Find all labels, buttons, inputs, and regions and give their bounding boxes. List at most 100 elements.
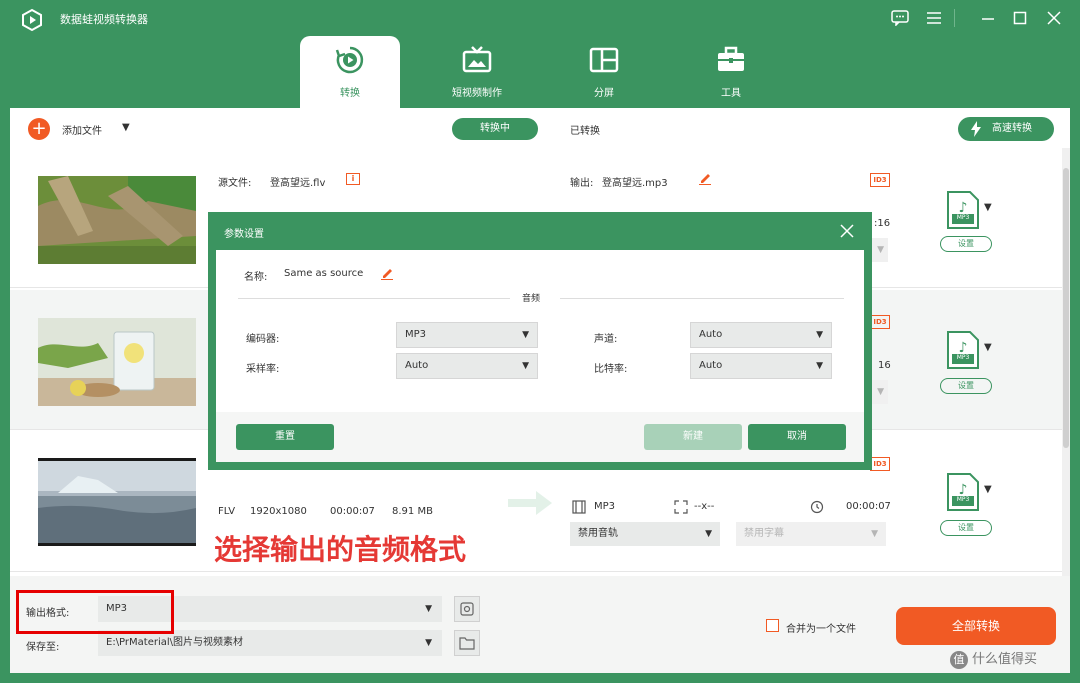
- video-thumbnail[interactable]: [38, 176, 196, 264]
- annotation-text: 选择输出的音频格式: [214, 533, 467, 566]
- cancel-button[interactable]: 取消: [748, 424, 846, 450]
- source-duration: 00:00:07: [330, 506, 375, 517]
- open-folder-button[interactable]: [454, 630, 480, 656]
- samplerate-label: 采样率:: [246, 364, 280, 375]
- convert-all-button[interactable]: 全部转换: [896, 607, 1056, 645]
- edit-icon[interactable]: [380, 266, 394, 280]
- bitrate-select[interactable]: Auto ▼: [690, 353, 832, 379]
- source-label: 源文件:: [218, 178, 252, 189]
- chevron-down-icon[interactable]: ▼: [122, 122, 130, 133]
- toolbox-icon: [718, 46, 744, 71]
- settings-button[interactable]: 设置: [940, 378, 992, 394]
- output-duration: 16: [878, 360, 891, 371]
- id3-tag-icon[interactable]: ID3: [870, 173, 890, 187]
- output-format: MP3: [594, 501, 616, 512]
- scrollbar[interactable]: [1062, 148, 1070, 576]
- mp3-format-icon[interactable]: ♪: [946, 330, 980, 370]
- output-duration: 00:00:07: [846, 501, 891, 512]
- source-filename: 登高望远.flv: [270, 178, 326, 189]
- fast-convert-label: 高速转换: [992, 123, 1032, 134]
- title-bar: 数据蛙视频转换器: [0, 0, 1080, 36]
- samplerate-value: Auto: [405, 360, 429, 371]
- add-file-label[interactable]: 添加文件: [62, 122, 102, 137]
- subtitle-select[interactable]: ▼: [872, 238, 888, 262]
- info-icon[interactable]: i: [346, 173, 360, 185]
- tab-label: 分屏: [594, 88, 614, 99]
- save-path-value: E:\PrMaterial\图片与视频素材: [106, 637, 244, 648]
- convert-arrow-icon: [508, 491, 552, 515]
- minimize-icon[interactable]: [978, 8, 998, 28]
- fast-convert-button[interactable]: 高速转换: [958, 117, 1054, 141]
- chevron-down-icon[interactable]: ▼: [984, 484, 992, 495]
- section-title: 音频: [522, 294, 541, 304]
- save-to-label: 保存至:: [26, 642, 60, 653]
- tab-split-screen[interactable]: 分屏: [554, 36, 654, 108]
- add-file-button[interactable]: +: [28, 118, 50, 140]
- tab-label: 转换: [340, 88, 360, 99]
- merge-label[interactable]: 合并为一个文件: [786, 620, 856, 635]
- tab-tools[interactable]: 工具: [681, 36, 781, 108]
- tab-label: 短视频制作: [452, 88, 502, 99]
- resolution-icon: [674, 500, 688, 514]
- name-value: Same as source: [284, 268, 364, 279]
- chevron-down-icon[interactable]: ▼: [984, 342, 992, 353]
- video-thumbnail[interactable]: [38, 458, 196, 546]
- encoder-value: MP3: [405, 329, 427, 340]
- dialog-footer: 重置 新建 取消: [216, 412, 864, 462]
- new-preset-button[interactable]: 新建: [644, 424, 742, 450]
- source-size: 8.91 MB: [392, 506, 433, 517]
- source-resolution: 1920x1080: [250, 506, 307, 517]
- channel-value: Auto: [699, 329, 723, 340]
- output-resolution: --x--: [694, 501, 715, 512]
- watermark-logo-icon: 值: [950, 651, 968, 669]
- tab-converting[interactable]: 转换中: [452, 118, 538, 140]
- merge-checkbox[interactable]: [766, 619, 779, 632]
- main-tabs: 转换 短视频制作 分屏 工具: [0, 36, 1080, 108]
- encoder-select[interactable]: MP3 ▼: [396, 322, 538, 348]
- toolbar: + 添加文件 ▼ 转换中 已转换 高速转换: [10, 108, 1070, 148]
- parameter-settings-dialog: 参数设置 名称: Same as source 音频 编码器: MP3 ▼ 声道:…: [208, 212, 872, 470]
- mp3-format-icon[interactable]: ♪: [946, 472, 980, 512]
- tv-icon: [462, 46, 492, 73]
- format-label: MP3: [956, 496, 970, 503]
- audio-track-select[interactable]: 禁用音轨 ▼: [570, 522, 720, 546]
- reset-button[interactable]: 重置: [236, 424, 334, 450]
- watermark-text: 什么值得买: [972, 652, 1038, 667]
- audio-track-value: 禁用音轨: [578, 528, 618, 539]
- maximize-icon[interactable]: [1010, 8, 1030, 28]
- tab-label: 工具: [721, 88, 741, 99]
- lightning-icon: [971, 121, 981, 137]
- mp3-format-icon[interactable]: ♪: [946, 190, 980, 230]
- watermark: 值什么值得买: [950, 648, 1037, 669]
- close-icon[interactable]: [1044, 8, 1064, 28]
- dialog-body: 名称: Same as source 音频 编码器: MP3 ▼ 声道: Auto…: [216, 250, 864, 412]
- section-divider: [238, 298, 510, 299]
- id3-tag-icon[interactable]: ID3: [870, 457, 890, 471]
- tab-short-video[interactable]: 短视频制作: [427, 36, 527, 108]
- format-settings-button[interactable]: [454, 596, 480, 622]
- output-filename: 登高望远.mp3: [602, 178, 668, 189]
- edit-icon[interactable]: [698, 171, 712, 185]
- subtitle-select[interactable]: ▼: [872, 380, 888, 404]
- samplerate-select[interactable]: Auto ▼: [396, 353, 538, 379]
- output-duration: :16: [874, 218, 891, 229]
- app-logo-icon: [22, 8, 42, 32]
- highlight-box: [16, 590, 174, 634]
- gear-icon: [460, 602, 474, 616]
- encoder-label: 编码器:: [246, 334, 280, 345]
- close-icon[interactable]: [838, 222, 856, 240]
- dialog-title: 参数设置: [224, 229, 264, 240]
- id3-tag-icon[interactable]: ID3: [870, 315, 890, 329]
- scroll-thumb[interactable]: [1063, 168, 1069, 448]
- menu-icon[interactable]: [924, 8, 944, 28]
- tab-convert[interactable]: 转换: [300, 36, 400, 108]
- settings-button[interactable]: 设置: [940, 236, 992, 252]
- chevron-down-icon[interactable]: ▼: [984, 202, 992, 213]
- subtitle-select[interactable]: 禁用字幕 ▼: [736, 522, 886, 546]
- channel-select[interactable]: Auto ▼: [690, 322, 832, 348]
- feedback-icon[interactable]: [890, 8, 910, 28]
- video-thumbnail[interactable]: [38, 318, 196, 406]
- settings-button[interactable]: 设置: [940, 520, 992, 536]
- tab-converted[interactable]: 已转换: [570, 122, 600, 137]
- name-label: 名称:: [244, 272, 268, 283]
